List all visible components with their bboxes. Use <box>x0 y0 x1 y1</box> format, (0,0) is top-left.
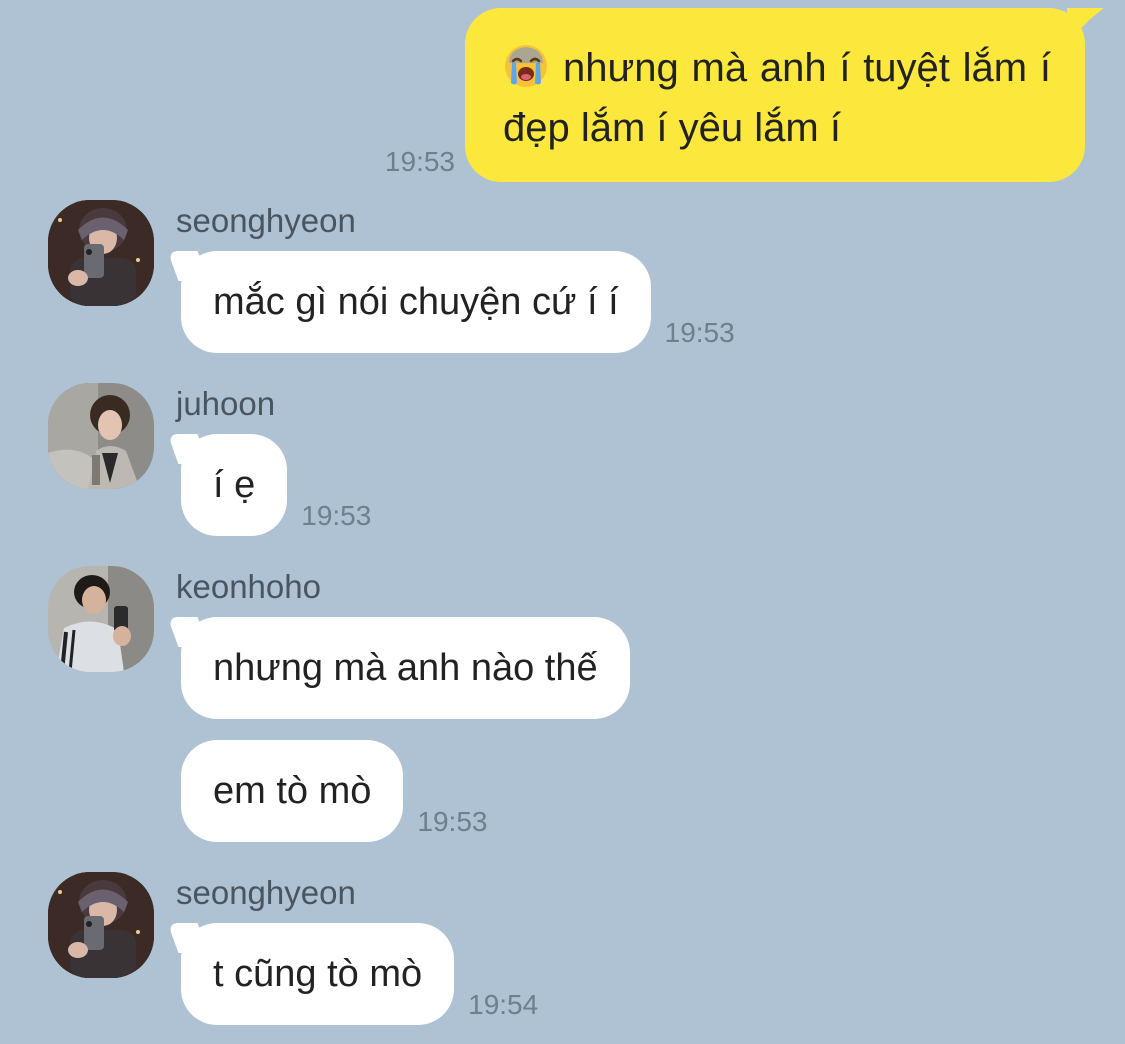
message-bubble[interactable]: t cũng tò mò <box>181 923 455 1025</box>
avatar-image <box>48 872 154 978</box>
avatar-seonghyeon[interactable] <box>48 872 154 978</box>
message-text: nhưng mà anh nào thế <box>213 646 598 689</box>
message-text: em tò mò <box>213 769 372 812</box>
message-text: mắc gì nói chuyện cứ í í <box>213 280 619 323</box>
sent-message-bubble[interactable]: nhưng mà anh í tuyệt lắm í đẹp lắm í yêu… <box>465 8 1097 182</box>
message-bubble[interactable]: em tò mò <box>181 740 404 842</box>
message-timestamp: 19:53 <box>384 146 455 177</box>
message-bubble[interactable]: nhưng mà anh nào thế <box>181 617 630 719</box>
message-row: í ẹ 19:53 <box>181 434 371 536</box>
message-bubble[interactable]: í ẹ <box>181 434 288 536</box>
avatar-juhoon[interactable] <box>48 383 154 489</box>
message-row: mắc gì nói chuyện cứ í í 19:53 <box>181 251 735 353</box>
avatar-image <box>48 566 154 672</box>
sent-message-row: 19:53 nhưng mà anh í tuyệt lắm í đẹp lắm… <box>384 8 1097 182</box>
sender-name: keonhoho <box>176 568 321 605</box>
sender-name: seonghyeon <box>176 202 356 239</box>
message-text: t cũng tò mò <box>213 952 423 995</box>
message-text: í ẹ <box>213 463 256 506</box>
message-bubble[interactable]: mắc gì nói chuyện cứ í í <box>181 251 651 353</box>
avatar-keonhoho[interactable] <box>48 566 154 672</box>
avatar-image <box>48 200 154 306</box>
message-row: nhưng mà anh nào thế <box>181 617 630 719</box>
sender-name: seonghyeon <box>176 874 356 911</box>
message-timestamp: 19:53 <box>417 806 488 837</box>
loudly-crying-face-icon <box>505 45 547 87</box>
message-row: t cũng tò mò 19:54 <box>181 923 538 1025</box>
chat-view: 19:53 nhưng mà anh í tuyệt lắm í đẹp lắm… <box>0 0 1125 1044</box>
sender-name: juhoon <box>176 385 276 422</box>
sent-message-text: nhưng mà anh í tuyệt lắm í đẹp lắm í yêu… <box>503 46 1051 150</box>
message-timestamp: 19:54 <box>468 989 539 1020</box>
message-row: em tò mò 19:53 <box>181 740 487 842</box>
avatar-seonghyeon[interactable] <box>48 200 154 306</box>
message-timestamp: 19:53 <box>664 317 735 348</box>
message-timestamp: 19:53 <box>301 500 372 531</box>
bubble-tail <box>1067 8 1101 38</box>
avatar-image <box>48 383 154 489</box>
